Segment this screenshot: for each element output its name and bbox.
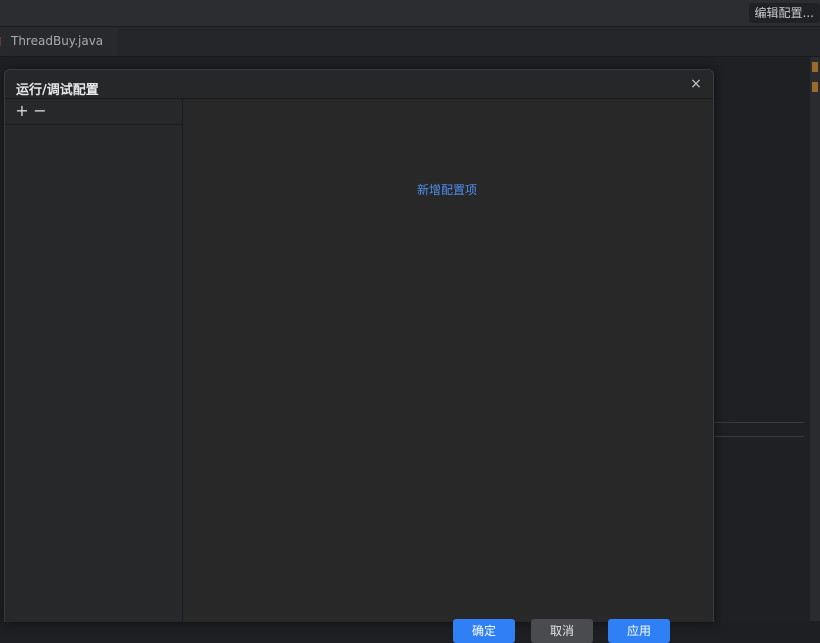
java-file-icon: J (0, 36, 3, 48)
remove-config-button[interactable]: − (32, 101, 48, 121)
editor-tab-bar: J ThreadBuy.java (0, 27, 820, 57)
editor-scroll-gutter[interactable] (810, 57, 820, 621)
file-tab-label: ThreadBuy.java (11, 34, 104, 48)
dialog-title: 运行/调试配置 (16, 83, 99, 98)
config-detail-pane: 新增配置项 确定 取消 应用 (183, 99, 713, 643)
file-tab[interactable]: J ThreadBuy.java (0, 27, 118, 56)
add-config-button[interactable]: + (14, 101, 30, 121)
gutter-marker (812, 62, 818, 72)
add-config-link[interactable]: 新增配置项 (417, 181, 477, 198)
apply-button[interactable]: 应用 (608, 619, 670, 643)
editor-divider (712, 436, 804, 437)
config-list-pane: + − (5, 99, 183, 622)
cancel-button[interactable]: 取消 (531, 619, 593, 643)
run-debug-config-dialog: 运行/调试配置 × + − 新增配置项 确定 取消 应用 (4, 69, 714, 643)
config-list-toolbar: + − (5, 99, 182, 125)
ok-button[interactable]: 确定 (453, 619, 515, 643)
editor-divider (712, 422, 804, 423)
edit-configurations-button[interactable]: 编辑配置... (748, 3, 820, 23)
ide-toolbar: 编辑配置... (0, 0, 820, 27)
close-icon[interactable]: × (689, 77, 703, 91)
gutter-marker (812, 82, 818, 92)
